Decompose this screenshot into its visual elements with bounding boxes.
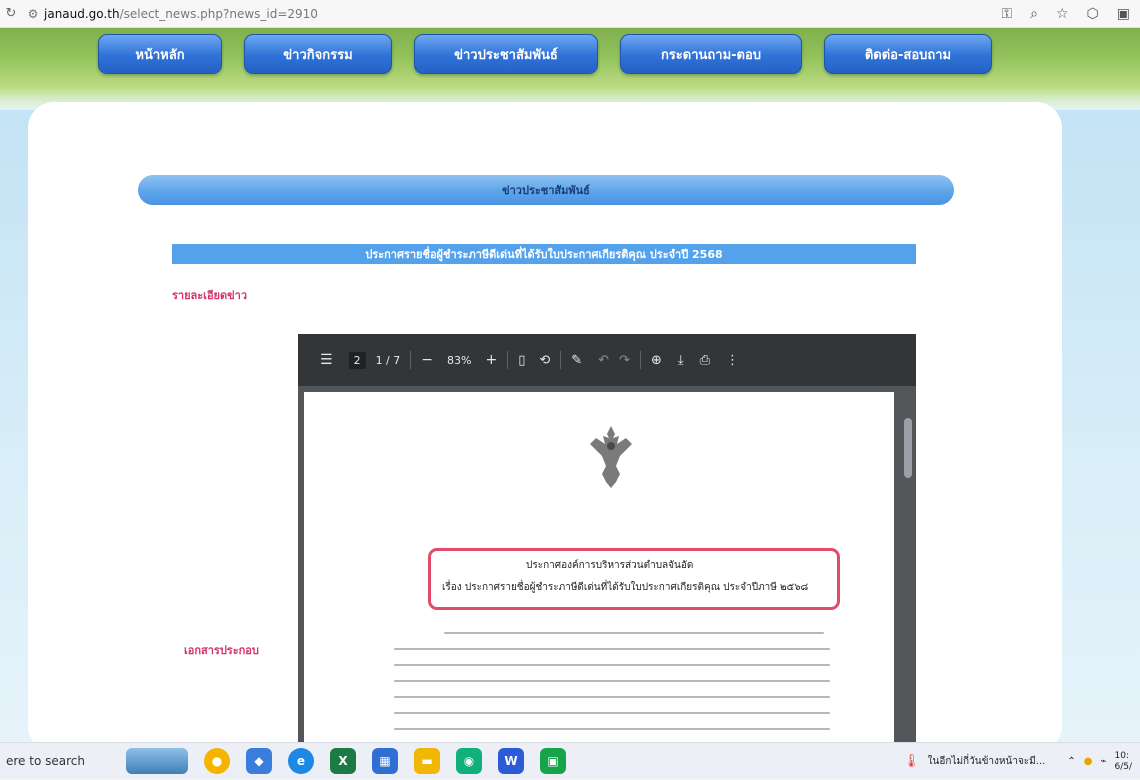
word-icon[interactable]: W [498,748,524,774]
url-path: /select_news.php?news_id=2910 [119,6,318,21]
site-settings-icon[interactable]: ⚙ [22,7,44,21]
notification-text[interactable]: ในอีกไม่กี่วันข้างหน้าจะมี... [928,754,1046,769]
redo-icon[interactable]: ↷ [619,353,630,368]
zoom-icon[interactable]: ⌕ [1030,6,1038,22]
draw-annotation-icon[interactable]: ✎ [571,353,582,368]
pdf-scrollbar-thumb[interactable] [904,418,912,478]
doc-heading-line-1: ประกาศองค์การบริหารส่วนตำบลจันอัด [526,560,694,571]
line-app-icon[interactable]: ◉ [456,748,482,774]
bookmark-star-icon[interactable]: ☆ [1056,6,1069,22]
fit-page-icon[interactable]: ▯ [518,353,525,368]
attachment-label: เอกสารประกอบ [184,644,259,657]
doc-text-line [394,712,830,714]
doc-text-line [394,664,830,666]
doc-text-line [394,696,830,698]
file-explorer-icon[interactable]: ▬ [414,748,440,774]
doc-heading-line-2: เรื่อง ประกาศรายชื่อผู้ชำระภาษีดีเด่นที่… [442,582,809,593]
nav-qa-board-button[interactable]: กระดานถาม-ตอบ [620,34,802,74]
zoom-in-icon[interactable]: + [485,352,497,368]
menu-icon[interactable]: ☰ [320,352,333,368]
taskbar-search-box[interactable]: ere to search [0,743,116,780]
rotate-icon[interactable]: ⟲ [539,353,550,368]
news-title-bar: ประกาศรายชื่อผู้ชำระภาษีดีเด่นที่ได้รับใ… [172,244,916,264]
news-detail-label: รายละเอียดข่าว [172,289,248,302]
doc-text-line [444,632,824,634]
tray-chevron-icon[interactable]: ⌃ [1067,756,1075,767]
zoom-out-icon[interactable]: − [421,352,433,368]
temperature-icon[interactable]: 🌡 [903,754,920,769]
browser-toolbar: ↻ ⚙ janaud.go.th/select_news.php?news_id… [0,0,1140,28]
password-key-icon[interactable]: ⚿ [1001,6,1012,22]
download-icon[interactable]: ⤓ [678,353,684,368]
toolbar-divider [560,351,562,369]
website-viewport: หน้าหลัก ข่าวกิจกรรม ข่าวประชาสัมพันธ์ ก… [0,28,1140,742]
calendar-icon[interactable]: ▦ [372,748,398,774]
nav-home-button[interactable]: หน้าหลัก [98,34,222,74]
edge-icon[interactable]: e [288,748,314,774]
system-tray: 🌡 ในอีกไม่กี่วันข้างหน้าจะมี... ⌃ ● ⌁ 10… [903,743,1132,780]
store-icon[interactable]: ◆ [246,748,272,774]
clock-area[interactable]: 10: 6/5/ [1114,751,1132,773]
toolbar-divider [639,351,641,369]
pdf-viewer[interactable]: ☰ 2 1 / 7 − 83% + ▯ ⟲ ✎ ↶ ↷ ⊕ ⤓ ⎙ ⋮ ประก… [298,334,916,742]
extensions-icon[interactable]: ⬡ [1087,6,1099,22]
zoom-level[interactable]: 83% [447,354,471,367]
doc-text-line [394,680,830,682]
chrome-icon[interactable]: ● [204,748,230,774]
browser-actions: ⚿ ⌕ ☆ ⬡ ▣ [1001,0,1130,28]
nav-pr-news-button[interactable]: ข่าวประชาสัมพันธ์ [414,34,598,74]
more-options-icon[interactable]: ⋮ [726,353,739,368]
tab-search-icon[interactable]: ▣ [1117,6,1130,22]
page-number-input[interactable]: 2 [348,351,366,369]
green-app-icon[interactable]: ▣ [540,748,566,774]
toolbar-divider [410,351,412,369]
url-host: janaud.go.th [44,6,120,21]
nav-activities-button[interactable]: ข่าวกิจกรรม [244,34,392,74]
garuda-emblem-icon [590,426,632,488]
undo-icon[interactable]: ↶ [598,353,609,368]
pdf-page: ประกาศองค์การบริหารส่วนตำบลจันอัด เรื่อง… [304,392,894,742]
reload-icon[interactable]: ↻ [0,6,22,21]
section-header: ข่าวประชาสัมพันธ์ [138,175,954,205]
weather-widget-icon[interactable] [126,748,188,774]
pdf-toolbar: ☰ 2 1 / 7 − 83% + ▯ ⟲ ✎ ↶ ↷ ⊕ ⤓ ⎙ ⋮ [298,334,916,386]
doc-text-line [394,728,830,730]
windows-taskbar: ere to search ● ◆ e X ▦ ▬ ◉ W ▣ 🌡 ในอีกไ… [0,742,1140,779]
network-icon[interactable]: ⌁ [1100,756,1106,767]
toolbar-divider [507,351,509,369]
page-counter: 1 / 7 [375,353,401,367]
doc-text-line [394,648,830,650]
tray-app-icon[interactable]: ● [1084,756,1093,767]
excel-icon[interactable]: X [330,748,356,774]
nav-contact-button[interactable]: ติดต่อ-สอบถาม [824,34,992,74]
print-icon[interactable]: ⎙ [700,353,710,368]
address-bar[interactable]: janaud.go.th/select_news.php?news_id=291… [44,7,318,21]
save-annotations-icon[interactable]: ⊕ [651,353,662,368]
